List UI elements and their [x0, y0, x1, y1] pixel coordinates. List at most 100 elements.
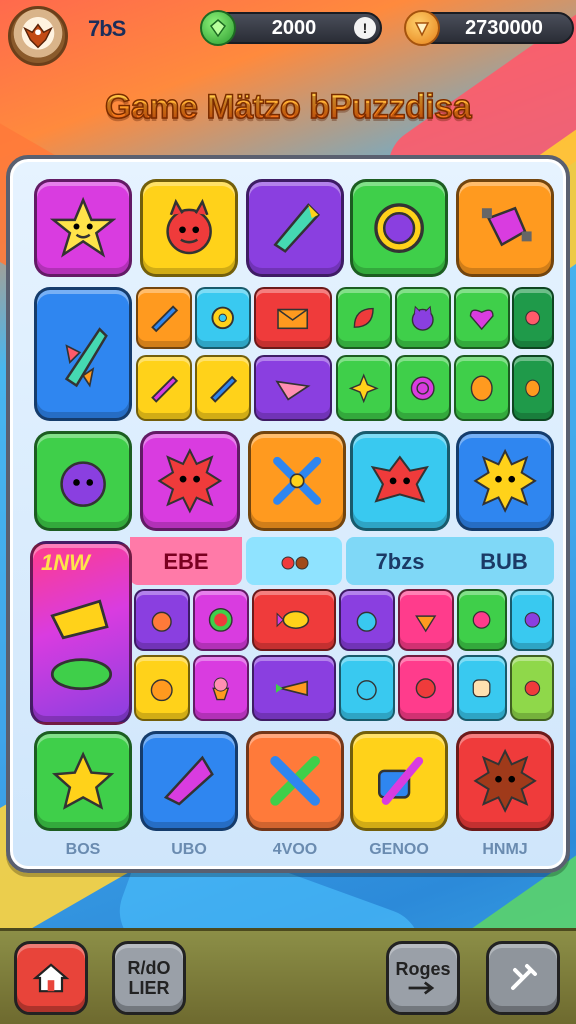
orb-icon	[374, 203, 424, 253]
star-icon	[51, 751, 115, 810]
carrot-tile[interactable]	[252, 655, 336, 721]
wand-icon	[151, 375, 179, 403]
orange-tile[interactable]	[134, 655, 190, 721]
ribbon-label-2: 7bzs	[375, 549, 425, 574]
cat-tile[interactable]	[395, 287, 451, 349]
tools-tile[interactable]	[248, 431, 346, 531]
spider-tile[interactable]	[510, 589, 554, 651]
wand-tile[interactable]	[136, 355, 192, 421]
hedgehog-icon	[473, 748, 537, 814]
cupcake-icon	[212, 677, 230, 700]
carrot-icon	[276, 680, 309, 696]
ring-icon	[209, 608, 233, 632]
cat2-tile[interactable]	[339, 589, 395, 651]
robot-tile[interactable]	[456, 179, 554, 277]
rocket-icon	[64, 327, 108, 388]
ribbon-item-slot[interactable]	[246, 537, 342, 585]
profile-avatar[interactable]	[8, 6, 68, 66]
fish2-tile[interactable]	[252, 589, 336, 651]
tools-button[interactable]	[486, 941, 560, 1015]
graffiti-tile[interactable]: 1NW	[30, 541, 132, 725]
sparkle-tile[interactable]	[336, 355, 392, 421]
red-monster-tile[interactable]	[140, 179, 238, 277]
rider-button[interactable]: R/dO LIER	[112, 941, 186, 1015]
home-icon	[32, 963, 70, 993]
flower-icon	[524, 680, 540, 696]
plane-tile[interactable]	[254, 355, 332, 421]
brush-icon	[210, 375, 238, 403]
home-button[interactable]	[14, 941, 88, 1015]
coin-count: 2730000	[465, 16, 543, 39]
board-label-5: HNMJ	[482, 841, 528, 858]
fish-icon	[276, 610, 310, 630]
fox-tile[interactable]	[350, 431, 450, 531]
lipstick-icon	[377, 756, 424, 806]
markers-tile[interactable]	[246, 731, 344, 831]
orange-fruit-icon	[151, 678, 173, 701]
face-icon	[473, 679, 491, 697]
star-face-icon	[49, 196, 117, 258]
trumpet-leaf-icon	[49, 599, 112, 690]
ring-tile[interactable]	[193, 589, 249, 651]
game-title: Game Mätzo bPuzzdisa	[0, 87, 576, 127]
kite-tile[interactable]	[140, 731, 238, 831]
coin-counter[interactable]: 2730000	[404, 10, 574, 46]
gear-tile[interactable]	[195, 287, 251, 349]
rider-label-2: LIER	[128, 978, 170, 998]
frog-tile[interactable]	[339, 655, 395, 721]
green-gem-icon	[200, 10, 236, 46]
board-label-3: 4VOO	[272, 841, 318, 858]
pencil-tile[interactable]	[136, 287, 192, 349]
fish-icon	[471, 375, 493, 401]
chick-tile[interactable]	[512, 355, 554, 421]
sun-monster-icon	[157, 448, 223, 514]
sun-tile[interactable]	[456, 431, 554, 531]
board-label-2: UBO	[171, 841, 207, 858]
fish-tile[interactable]	[454, 355, 510, 421]
flower-tile[interactable]	[510, 655, 554, 721]
board-label-1: BOS	[65, 841, 101, 858]
roges-button[interactable]: Roges	[386, 941, 460, 1015]
eagle-icon	[23, 23, 53, 49]
ribbon-label-3: BUB	[480, 549, 528, 574]
virus-icon	[415, 677, 437, 699]
ribbon-label-1: EBE	[163, 549, 209, 574]
swirl-tile[interactable]	[395, 355, 451, 421]
star-tile[interactable]	[34, 731, 132, 831]
leaf-tile[interactable]	[336, 287, 392, 349]
paper-plane-icon	[275, 380, 311, 401]
heart-tile[interactable]	[454, 287, 510, 349]
germ-tile[interactable]	[457, 589, 507, 651]
creature-tile[interactable]	[134, 589, 190, 651]
orange-coin-icon	[404, 10, 440, 46]
cone-icon	[415, 615, 437, 633]
orb-tile[interactable]	[350, 179, 448, 277]
envelope-tile[interactable]	[254, 287, 332, 349]
robot-icon	[481, 206, 532, 247]
player-level: 7bS	[88, 16, 126, 41]
info-button[interactable]: !	[354, 17, 376, 39]
leaf-icon	[353, 307, 375, 329]
sun-monster-tile[interactable]	[140, 431, 240, 531]
cupcake-tile[interactable]	[193, 655, 249, 721]
gem-count: 2000	[271, 16, 317, 39]
arrow-right-icon	[408, 981, 435, 995]
pencil-icon	[151, 305, 179, 333]
bottom-nav-bar: R/dO LIER Roges	[0, 928, 576, 1024]
crystal-tile[interactable]	[246, 179, 344, 277]
brush-tile[interactable]	[195, 355, 251, 421]
lipstick-tile[interactable]	[350, 731, 448, 831]
germ-icon	[473, 611, 491, 629]
cone-tile[interactable]	[398, 589, 454, 651]
rider-label-1: R/dO	[127, 958, 171, 978]
crystal-icon	[273, 202, 320, 253]
virus-tile[interactable]	[398, 655, 454, 721]
gem-counter[interactable]: 2000 !	[200, 10, 382, 46]
fox-icon	[370, 455, 430, 503]
star-face-tile[interactable]	[34, 179, 132, 277]
blob-tile[interactable]	[34, 431, 132, 531]
bug-tile[interactable]	[512, 287, 554, 349]
hedgehog-tile[interactable]	[456, 731, 554, 831]
rocket-tile[interactable]	[34, 287, 132, 421]
face-tile[interactable]	[457, 655, 507, 721]
